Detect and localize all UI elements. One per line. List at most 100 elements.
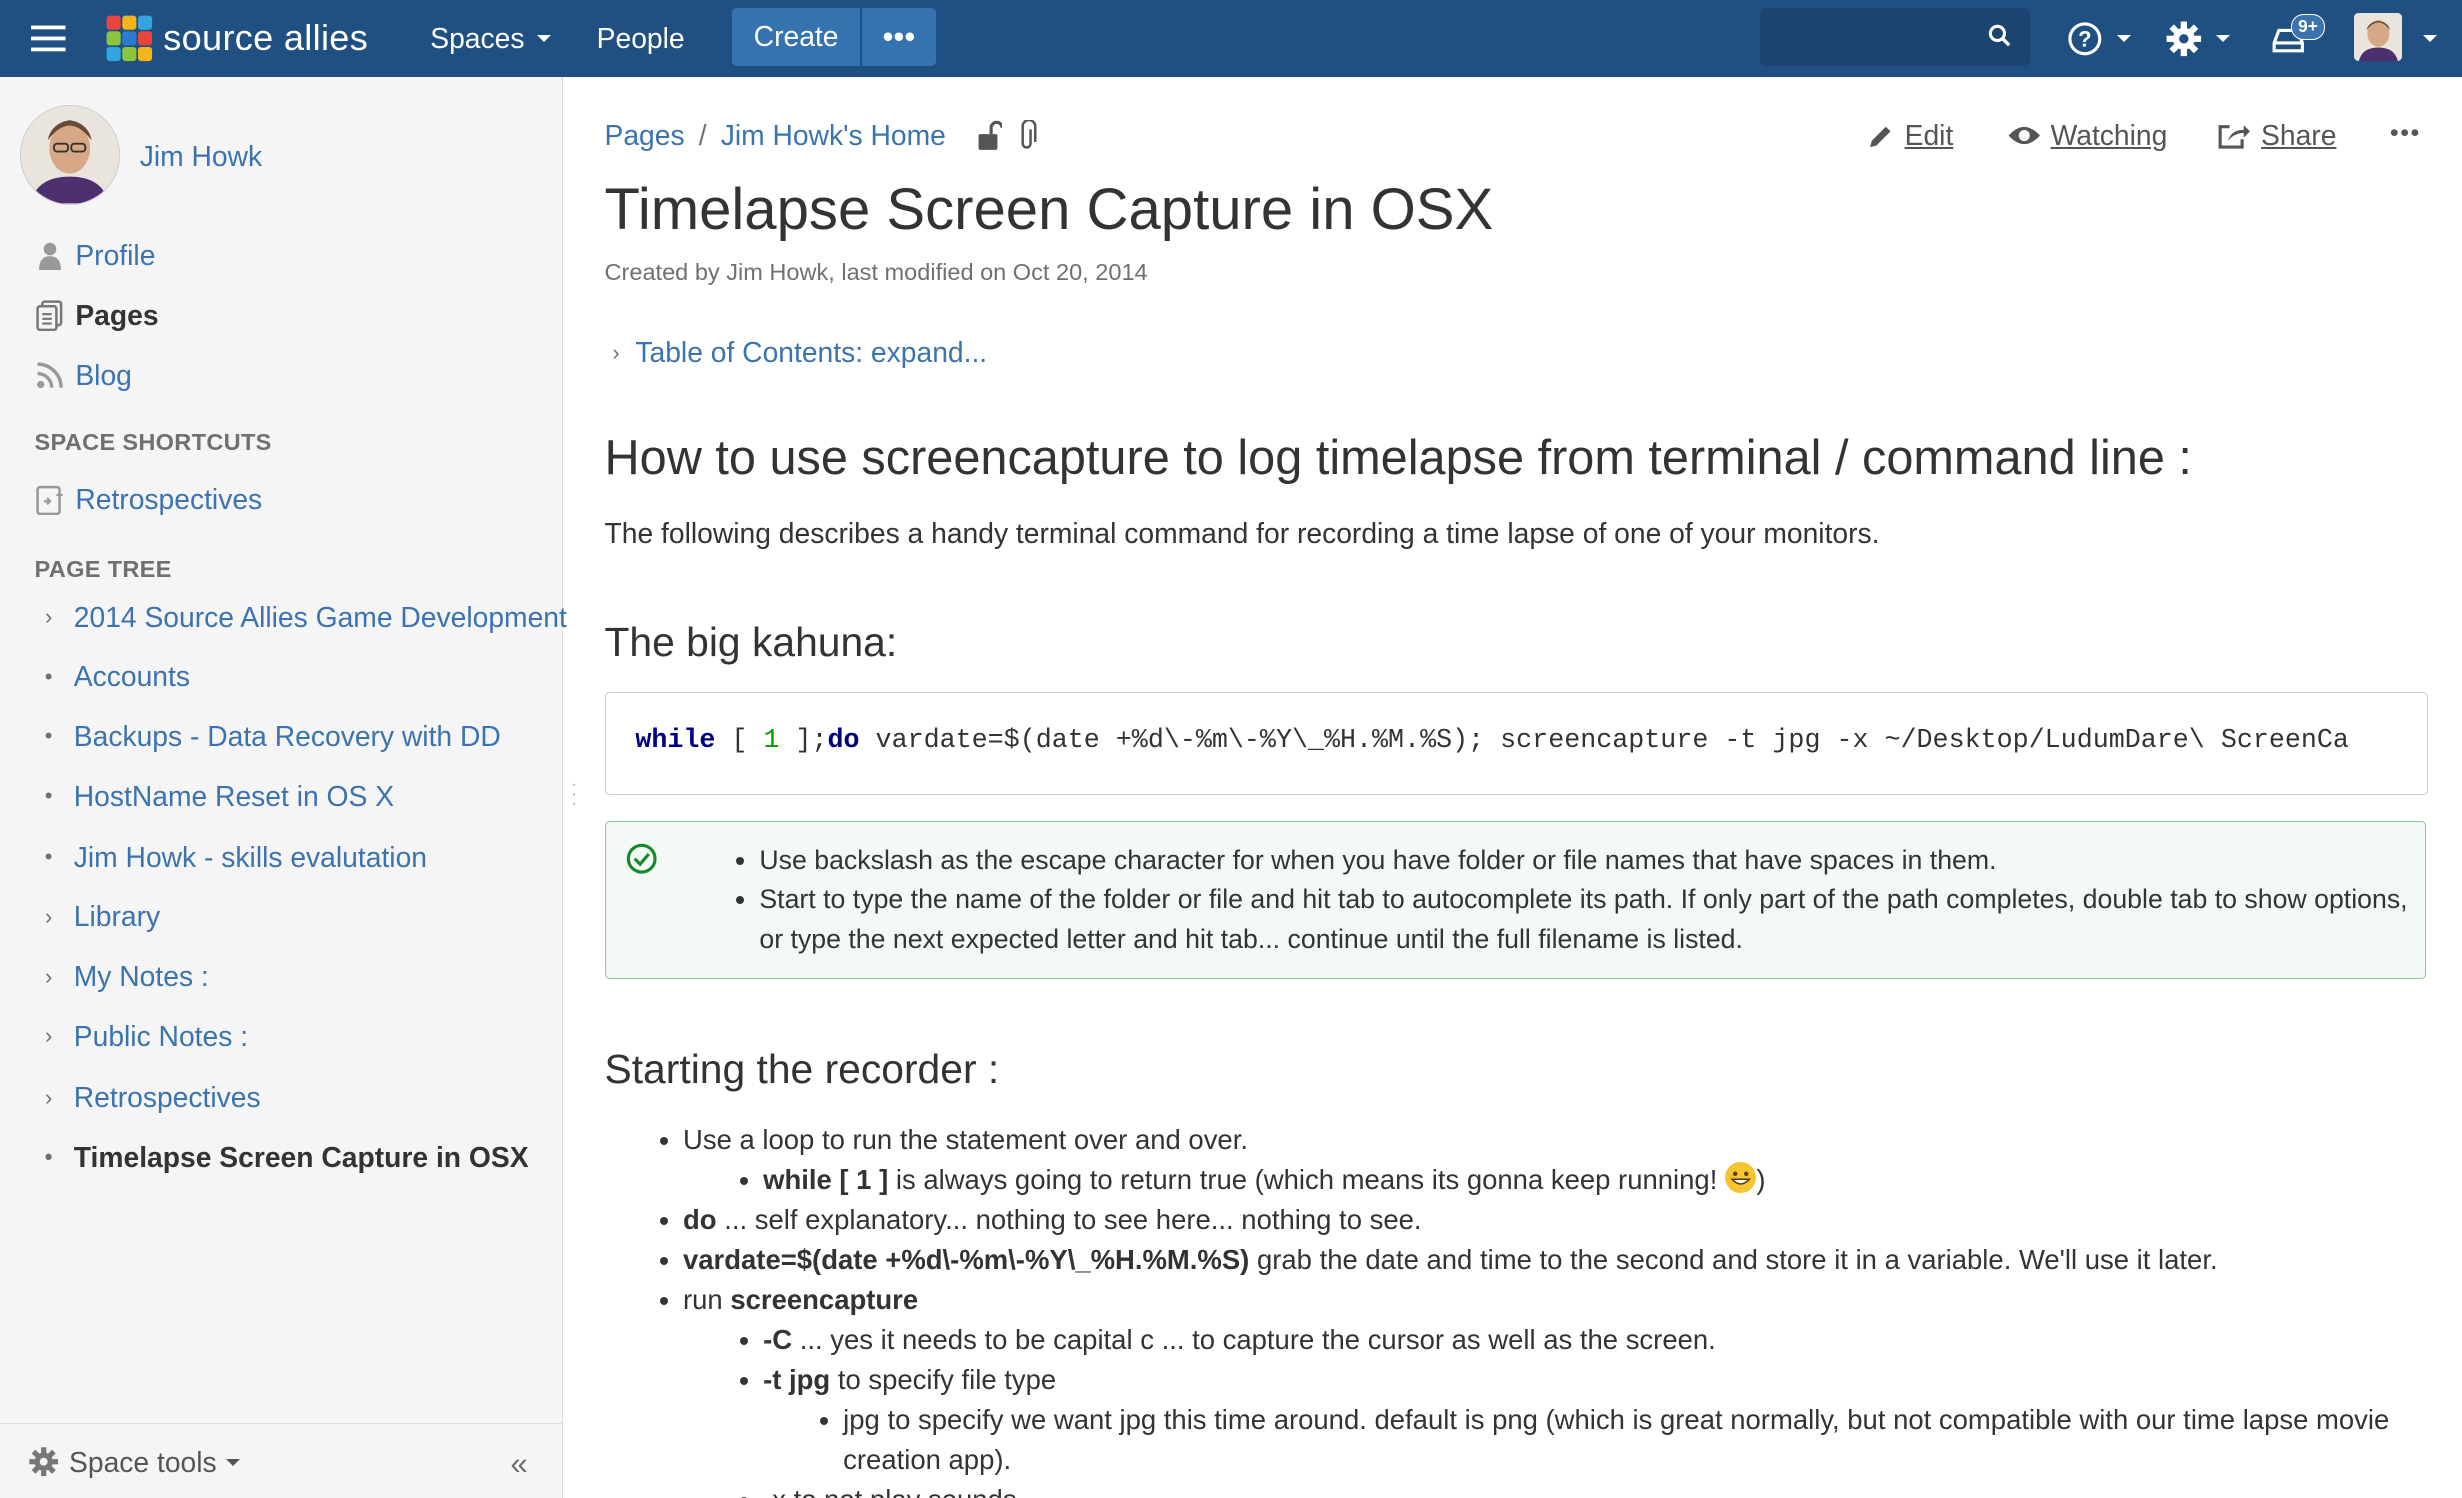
share-label: Share [2261, 119, 2337, 152]
eye-icon [2008, 127, 2040, 145]
tree-item[interactable]: › Library [35, 898, 161, 936]
create-more-button[interactable]: ••• [862, 7, 936, 66]
list-item: vardate=$(date +%d\-%m\-%Y\_%H.%M.%S) gr… [683, 1240, 2442, 1280]
nav-spaces-label: Spaces [430, 21, 525, 54]
profile-name-link[interactable]: Jim Howk [140, 140, 262, 173]
shortcut-retrospectives[interactable]: Retrospectives [35, 479, 263, 520]
code-text-part: vardate=$(date +%d\-%m\-%Y\_%H.%M.%S); s… [859, 726, 2349, 757]
code-number: 1 [763, 726, 780, 757]
shortcut-link-icon [35, 484, 66, 515]
page-tree-heading: PAGE TREE [34, 555, 172, 582]
tree-item[interactable]: • Jim Howk - skills evalutation [35, 838, 427, 876]
chevron-down-icon [2422, 34, 2437, 43]
step-text: ... yes it needs to be capital c ... to … [792, 1323, 1716, 1355]
chevron-right-icon[interactable]: › [35, 904, 63, 930]
table-of-contents-toggle[interactable]: › Table of Contents: expand... [612, 336, 987, 369]
attachment-icon[interactable] [1018, 120, 1037, 151]
page-title: Timelapse Screen Capture in OSX [604, 176, 1494, 242]
tree-item[interactable]: • HostName Reset in OS X [35, 777, 394, 815]
list-item: Use a loop to run the statement over and… [683, 1120, 2442, 1200]
tree-item-label: Retrospectives [73, 1081, 261, 1114]
code-keyword: do [827, 726, 860, 757]
chevron-right-icon[interactable]: › [35, 604, 63, 630]
shortcut-label: Retrospectives [75, 482, 263, 515]
search-input[interactable] [1772, 17, 1984, 59]
source-allies-logo[interactable]: source allies [105, 0, 368, 77]
help-menu[interactable]: ? [2066, 0, 2131, 77]
step-text: grab the date and time to the second and… [1249, 1243, 2218, 1275]
breadcrumb-separator: / [698, 119, 707, 152]
tree-item[interactable]: › My Notes : [35, 958, 209, 996]
tree-item-label: Library [73, 900, 161, 933]
code-block[interactable]: while [ 1 ];do vardate=$(date +%d\-%m\-%… [604, 692, 2428, 795]
steps-list: Use a loop to run the statement over and… [605, 1120, 2442, 1498]
toc-label: Table of Contents: expand... [635, 336, 988, 369]
tree-item-label: Jim Howk - skills evalutation [73, 840, 427, 873]
sidebar-item-pages[interactable]: Pages [35, 295, 159, 336]
step-text: to specify file type [830, 1363, 1057, 1395]
search-icon[interactable] [1988, 24, 2012, 48]
user-menu-toggle[interactable] [2410, 0, 2437, 77]
logo-mark-icon [106, 15, 153, 62]
chevron-down-icon [537, 34, 552, 43]
collapse-sidebar-icon[interactable]: « [510, 1446, 527, 1482]
sidebar-item-label: Pages [75, 299, 159, 332]
edit-label: Edit [1904, 119, 1954, 152]
space-tools-menu[interactable]: Space tools [28, 1445, 241, 1479]
pencil-icon [1870, 126, 1891, 147]
tree-item[interactable]: • Accounts [35, 658, 190, 696]
step-text: run [683, 1283, 731, 1315]
create-button[interactable]: Create [731, 7, 861, 66]
tree-item[interactable]: › 2014 Source Allies Game Development [35, 598, 567, 636]
space-tools-label: Space tools [69, 1445, 217, 1478]
page-content: Pages / Jim Howk's Home Edit Watching Sh… [564, 77, 2462, 1498]
tree-item[interactable]: › Public Notes : [35, 1017, 248, 1055]
tree-item[interactable]: › Retrospectives [35, 1079, 261, 1117]
help-icon: ? [2068, 21, 2102, 55]
profile-picture[interactable] [20, 105, 120, 205]
chevron-down-icon [2116, 34, 2131, 43]
pages-icon [35, 300, 66, 331]
chevron-right-icon[interactable]: › [35, 1023, 63, 1049]
chevron-down-icon [2215, 34, 2230, 43]
menu-icon[interactable] [31, 0, 69, 77]
svg-text:?: ? [2079, 26, 2092, 51]
step-bold-text: do [683, 1203, 717, 1235]
check-circle-icon [626, 843, 657, 874]
breadcrumb-home-link[interactable]: Jim Howk's Home [721, 119, 946, 152]
tree-item-label: Accounts [73, 660, 190, 693]
list-item: -t jpg to specify file type jpg to speci… [763, 1360, 2442, 1480]
step-bold-text: -C [763, 1323, 793, 1355]
top-navigation-bar: source allies Spaces People Create ••• ? [0, 0, 2462, 77]
watching-button[interactable]: Watching [2007, 119, 2167, 152]
step-bold-text: -t jpg [763, 1363, 831, 1395]
more-actions-button[interactable]: ••• [2390, 119, 2421, 148]
tree-item-label: Backups - Data Recovery with DD [73, 719, 501, 752]
sidebar-item-profile[interactable]: Profile [35, 236, 156, 277]
list-item: run screencapture -C ... yes it needs to… [683, 1280, 2442, 1498]
nav-people-link[interactable]: People [597, 0, 685, 77]
space-sidebar: Jim Howk Profile Pages Blog SPACE SHORTC… [0, 76, 567, 1498]
gear-icon [29, 1447, 59, 1477]
tree-item-label: Timelapse Screen Capture in OSX [73, 1140, 529, 1173]
share-button[interactable]: Share [2217, 119, 2336, 152]
breadcrumb: Pages / Jim Howk's Home [605, 119, 1037, 152]
bullet-icon: • [44, 663, 53, 689]
tip-item: Start to type the name of the folder or … [759, 880, 2423, 959]
share-icon [2218, 124, 2251, 149]
chevron-right-icon[interactable]: › [35, 1085, 63, 1111]
step-bold-text: while [ 1 ] [763, 1163, 889, 1195]
nav-spaces-menu[interactable]: Spaces [430, 0, 552, 77]
tree-item[interactable]: • Backups - Data Recovery with DD [35, 718, 501, 756]
breadcrumb-pages-link[interactable]: Pages [605, 119, 685, 152]
user-avatar[interactable] [2353, 12, 2403, 62]
settings-menu[interactable] [2165, 0, 2230, 77]
tree-item-current[interactable]: • Timelapse Screen Capture in OSX [35, 1138, 529, 1176]
unlock-icon[interactable] [977, 120, 1003, 151]
rss-icon [35, 361, 66, 389]
search-box[interactable] [1760, 7, 2031, 66]
sidebar-item-label: Profile [75, 239, 156, 272]
chevron-right-icon[interactable]: › [35, 964, 63, 990]
edit-button[interactable]: Edit [1867, 119, 1953, 152]
sidebar-item-blog[interactable]: Blog [35, 355, 132, 396]
